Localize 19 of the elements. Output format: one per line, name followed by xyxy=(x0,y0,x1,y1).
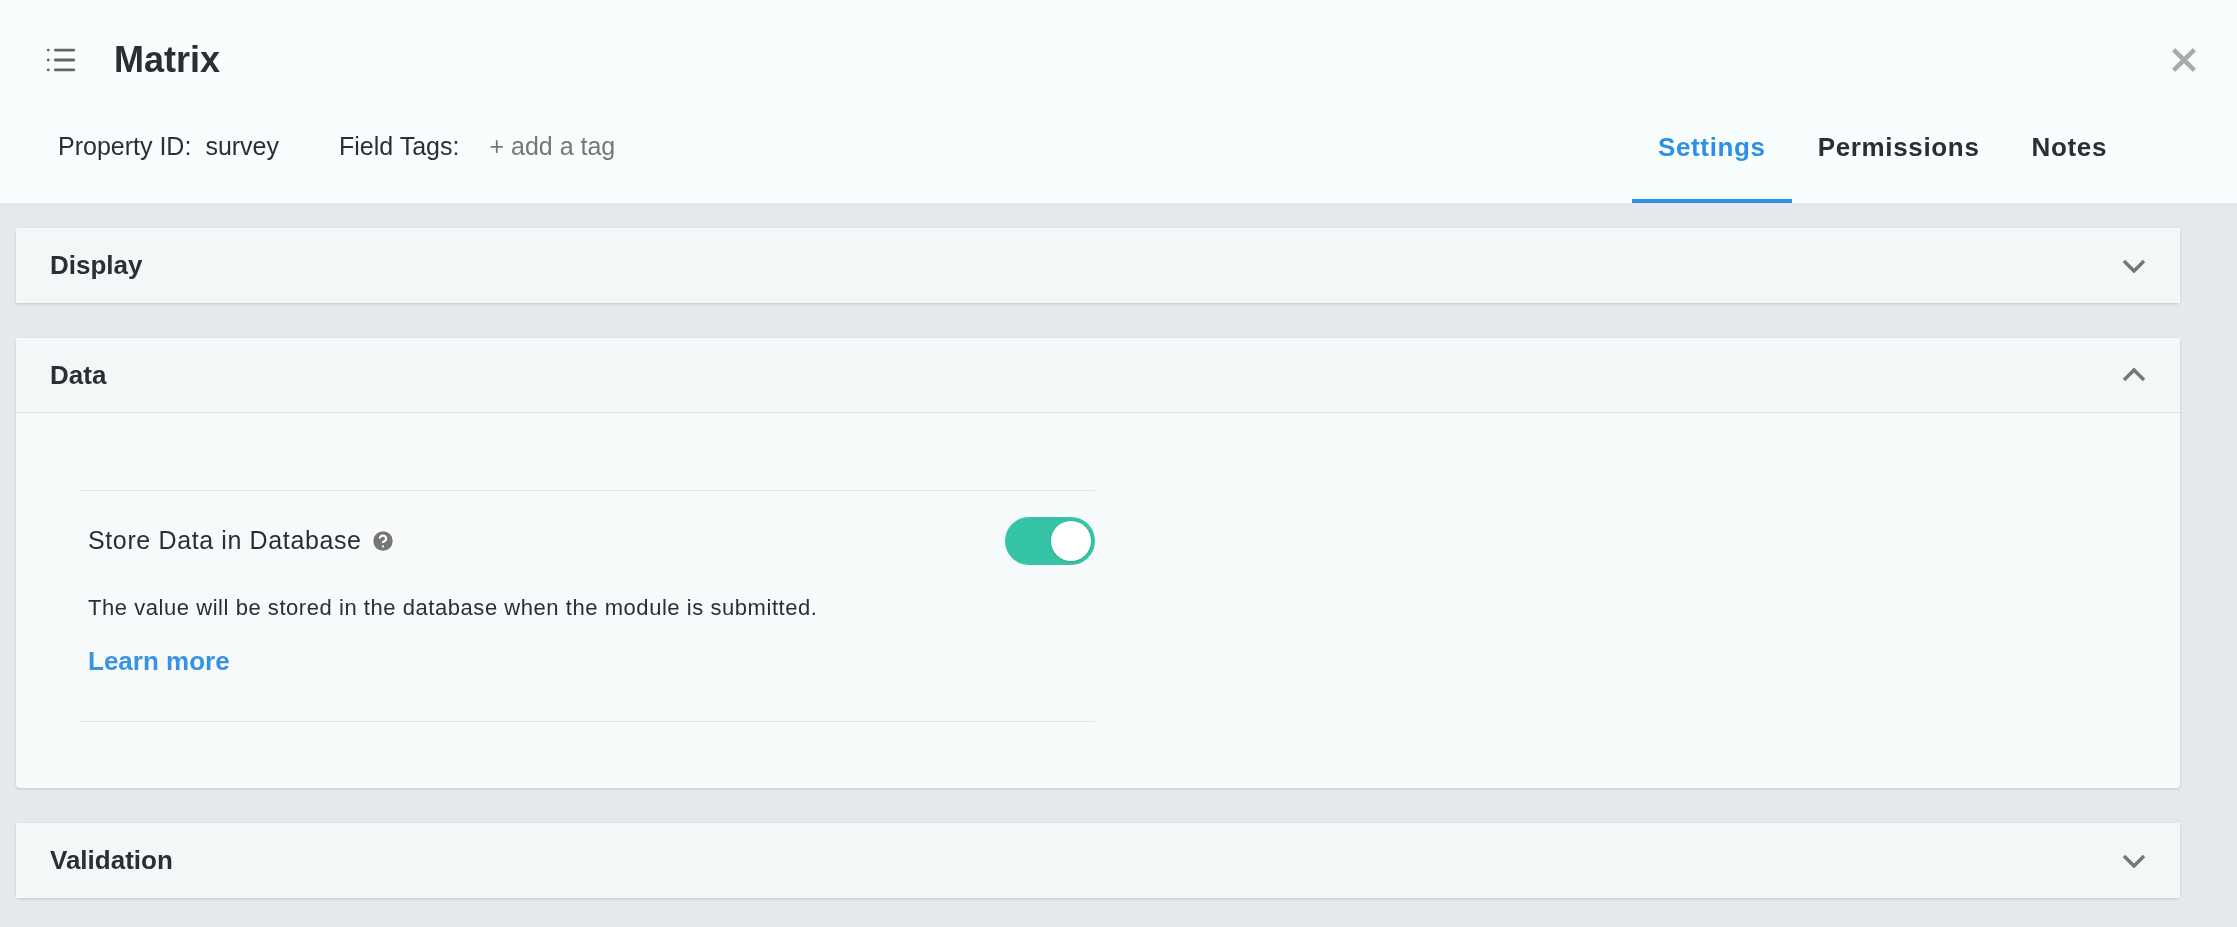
chevron-up-icon xyxy=(2122,368,2146,382)
section-header[interactable]: Validation xyxy=(16,823,2180,898)
close-button[interactable] xyxy=(2171,47,2197,73)
section-header[interactable]: Display xyxy=(16,228,2180,303)
close-icon xyxy=(2171,47,2197,73)
section-header[interactable]: Data xyxy=(16,338,2180,413)
add-tag-link[interactable]: + add a tag xyxy=(489,127,616,165)
chevron-down-icon xyxy=(2122,853,2146,868)
tags-label: Field Tags: xyxy=(339,130,460,162)
property-value: survey xyxy=(205,130,279,162)
help-icon[interactable] xyxy=(369,528,396,554)
toggle-switch[interactable] xyxy=(1005,517,1095,565)
tab[interactable]: Permissions xyxy=(1791,128,2006,203)
tab[interactable]: Notes xyxy=(2005,128,2133,203)
property-label: Property ID: xyxy=(58,130,192,162)
setting-label: Store Data in Database xyxy=(88,525,362,557)
modal-title: Matrix xyxy=(114,38,221,82)
setting-description: The value will be stored in the database when the module is submitted. xyxy=(88,594,819,622)
chevron-down-icon xyxy=(2122,258,2146,273)
